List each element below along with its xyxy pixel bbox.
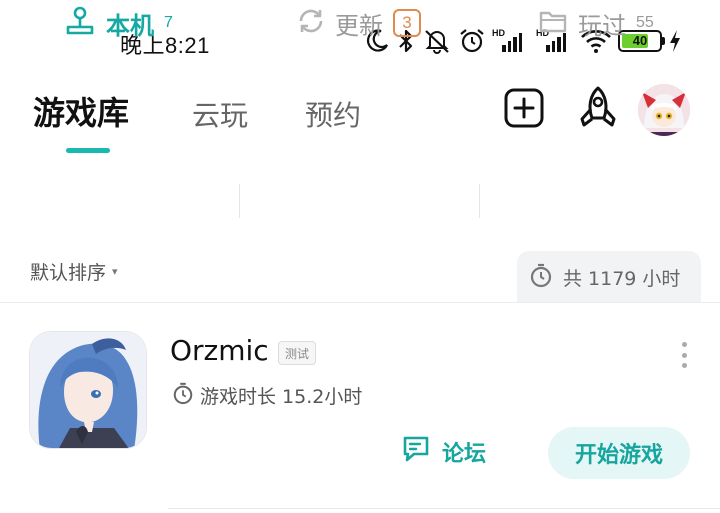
subtab-updates[interactable]: 更新 3 [297,0,421,46]
sort-dropdown[interactable]: 默认排序 ▾ [30,258,118,285]
test-tag: 测试 [278,341,317,365]
subtab-updates-label: 更新 [335,11,383,40]
list-divider [168,508,720,509]
dot [681,352,687,358]
game-playtime-text: 游戏时长 15.2小时 [200,386,363,408]
start-game-button[interactable]: 开始游戏 [548,427,690,479]
section-divider [0,302,720,303]
tab-game-library[interactable]: 游戏库 [33,88,129,134]
dot [681,363,687,368]
add-game-button[interactable] [502,86,546,134]
folder-icon [538,7,568,39]
game-playtime: 游戏时长 15.2小时 [172,381,362,410]
speed-up-button[interactable] [576,86,620,134]
tab-reservations[interactable]: 预约 [305,94,361,134]
subtab-played-count: 55 [636,14,654,31]
stopwatch-icon [172,381,194,410]
tab-cloud-play[interactable]: 云玩 [192,94,248,134]
subtab-divider [239,184,240,218]
subtab-played-label: 玩过 [578,11,626,40]
charging-icon [668,29,682,53]
sort-label: 默认排序 [30,262,107,284]
subtab-played[interactable]: 玩过 55 [538,0,654,46]
subtab-local[interactable]: 本机 7 [64,0,173,46]
mute-icon [422,28,452,54]
subtab-divider [479,184,480,218]
rocket-icon [576,85,620,135]
forum-label: 论坛 [442,442,487,467]
active-tab-indicator [66,148,110,153]
plus-square-icon [503,87,545,133]
dot [681,342,687,347]
user-avatar[interactable] [638,84,690,136]
refresh-icon [297,7,325,39]
alarm-icon [458,28,486,54]
total-playtime: 共 1179 小时 [517,251,701,303]
stopwatch-icon [529,262,553,293]
subtab-local-count: 7 [164,14,173,31]
signal-icon: HD [492,28,530,54]
joystick-icon [64,5,96,41]
forum-button[interactable]: 论坛 [400,432,486,472]
game-title[interactable]: Orzmic [170,334,269,367]
total-playtime-text: 共 1179 小时 [563,267,681,290]
updates-count-badge: 3 [393,9,421,37]
subtab-local-label: 本机 [106,11,154,40]
caret-down-icon: ▾ [112,265,118,278]
more-options-button[interactable] [672,342,696,368]
chat-bubble-icon [400,434,432,470]
game-icon-orzmic[interactable] [29,331,147,449]
